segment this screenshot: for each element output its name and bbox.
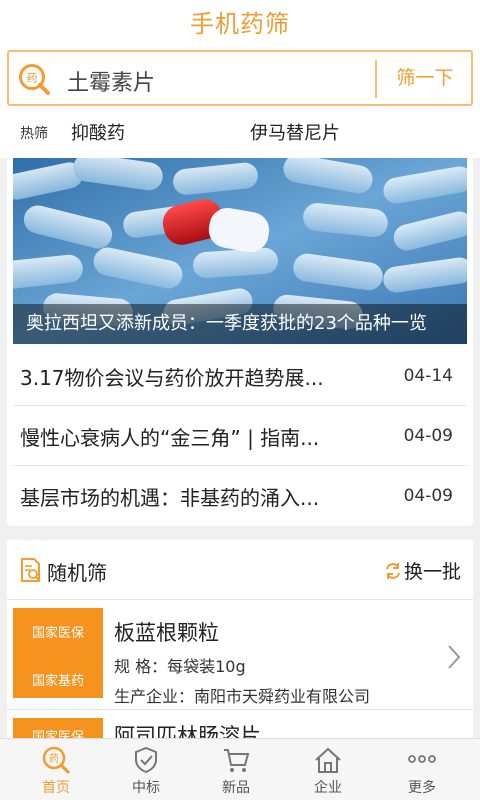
drug-maker: 生产企业：南阳市天舜药业有限公司 <box>114 687 371 706</box>
tab-companies[interactable]: 企业 <box>280 739 376 800</box>
refresh-button[interactable]: 换一批 <box>384 557 461 584</box>
news-date: 04-09 <box>403 486 453 506</box>
tab-label: 企业 <box>314 780 342 796</box>
tab-label: 中标 <box>132 780 160 796</box>
news-date: 04-14 <box>403 366 453 386</box>
tab-winning-bid[interactable]: 中标 <box>98 739 194 800</box>
shield-check-icon <box>135 746 157 774</box>
drug-search-icon: 药 <box>19 64 50 95</box>
header: 手机药筛 药 土霉素片 筛一下 热筛 抑酸药 伊马替尼片 <box>0 0 480 158</box>
search-bar[interactable]: 药 土霉素片 筛一下 <box>7 50 473 106</box>
cart-icon <box>224 749 250 772</box>
refresh-icon <box>386 563 400 579</box>
news-title: 基层市场的机遇：非基药的涌入... <box>20 486 320 510</box>
chevron-right-icon <box>448 645 461 669</box>
search-input[interactable]: 土霉素片 <box>67 65 155 97</box>
refresh-label: 换一批 <box>403 561 461 583</box>
bottom-tab-bar: 药 首页 中标 新品 企业 更多 <box>0 738 480 800</box>
banner-caption: 奥拉西坦又添新成员：一季度获批的23个品种一览 <box>13 304 467 344</box>
drug-name: 阿司匹林肠溶片 <box>114 724 261 738</box>
svg-text:药: 药 <box>27 72 38 85</box>
tab-label: 首页 <box>42 780 70 796</box>
news-list-item[interactable]: 慢性心衰病人的“金三角” | 指南... 04-09 <box>13 406 467 466</box>
news-title: 慢性心衰病人的“金三角” | 指南... <box>20 426 320 450</box>
news-banner[interactable]: 奥拉西坦又添新成员：一季度获批的23个品种一览 <box>13 158 467 344</box>
random-header: 随机筛 换一批 <box>7 540 473 600</box>
news-title: 3.17物价会议与药价放开趋势展... <box>20 366 324 390</box>
search-button[interactable]: 筛一下 <box>377 52 473 104</box>
tab-new-products[interactable]: 新品 <box>188 739 284 800</box>
insurance-badge: 国家医保 <box>31 730 84 738</box>
svg-text:药: 药 <box>49 753 59 765</box>
news-list-item[interactable]: 3.17物价会议与药价放开趋势展... 04-14 <box>13 346 467 406</box>
news-card: 奥拉西坦又添新成员：一季度获批的23个品种一览 3.17物价会议与药价放开趋势展… <box>7 158 473 526</box>
drug-name: 板蓝根颗粒 <box>114 621 219 645</box>
hot-tag[interactable]: 抑酸药 <box>71 119 125 145</box>
hot-tag[interactable]: 伊马替尼片 <box>250 119 340 145</box>
drug-badges: 国家医保 <box>13 718 103 738</box>
news-list-item[interactable]: 基层市场的机遇：非基药的涌入... 04-09 <box>13 466 467 526</box>
tab-label: 新品 <box>222 780 250 796</box>
tab-home[interactable]: 药 首页 <box>8 739 104 800</box>
hot-search-label: 热筛 <box>20 126 48 142</box>
essential-drug-badge: 国家基药 <box>31 674 84 689</box>
app-title: 手机药筛 <box>190 10 290 38</box>
more-dots-icon <box>408 755 436 763</box>
random-title: 随机筛 <box>47 561 107 585</box>
news-date: 04-09 <box>403 426 453 446</box>
document-search-icon <box>21 558 41 582</box>
tab-label: 更多 <box>408 780 436 796</box>
drug-spec: 规 格：每袋装10g <box>114 657 246 676</box>
random-screen-card: 随机筛 换一批 国家医保 国家基药 板蓝根颗粒 规 格：每袋装10g 生产企业：… <box>7 540 473 738</box>
drug-badges: 国家医保 国家基药 <box>13 608 103 698</box>
tab-more[interactable]: 更多 <box>374 739 470 800</box>
drug-list-item[interactable]: 国家医保 国家基药 板蓝根颗粒 规 格：每袋装10g 生产企业：南阳市天舜药业有… <box>7 602 473 710</box>
building-icon <box>315 747 341 773</box>
drug-list-item[interactable]: 国家医保 阿司匹林肠溶片 <box>7 712 473 738</box>
insurance-badge: 国家医保 <box>31 626 84 641</box>
hot-search-row: 热筛 抑酸药 伊马替尼片 <box>0 116 480 148</box>
home-search-icon: 药 <box>42 746 70 774</box>
